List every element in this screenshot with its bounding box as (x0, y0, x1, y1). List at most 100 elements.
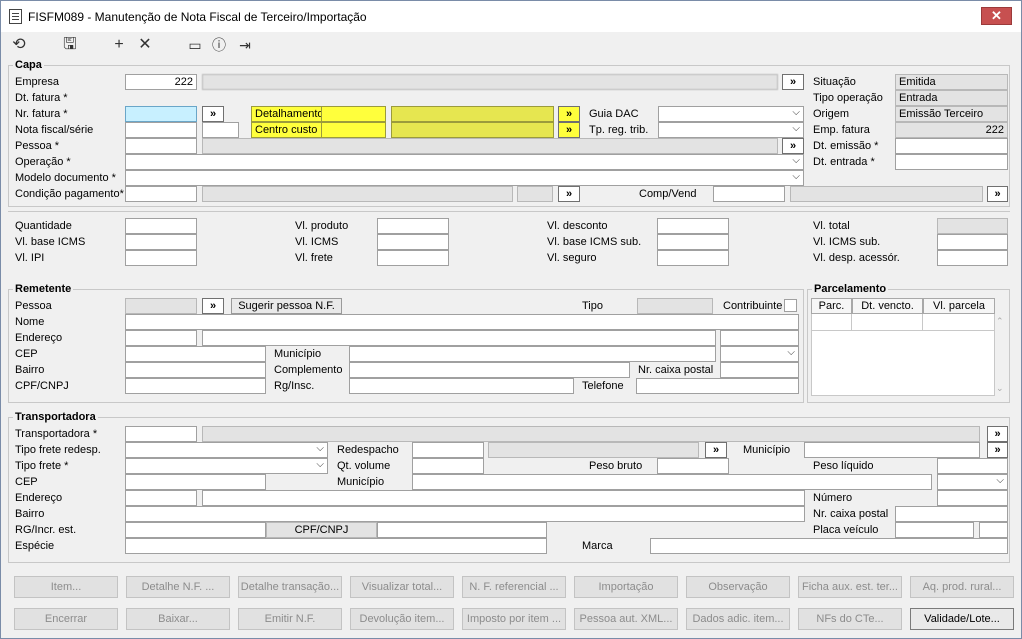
nr-fatura-field[interactable] (125, 106, 197, 122)
qt-volume-field[interactable] (412, 458, 484, 474)
transp-municipio-field[interactable] (412, 474, 932, 490)
transp-municipio2-field[interactable] (804, 442, 980, 458)
rem-telefone-field[interactable] (636, 378, 799, 394)
rem-cep-field[interactable] (125, 346, 266, 362)
operacao-select[interactable] (125, 154, 804, 170)
parcelamento-row[interactable] (811, 314, 995, 331)
tipo-frete-select[interactable] (125, 458, 328, 474)
rem-bairro-field[interactable] (125, 362, 266, 378)
ficha-aux-button[interactable]: Ficha aux. est. ter... (798, 576, 902, 598)
parcelamento-scrollbar[interactable]: ⌃ ⌄ (995, 314, 1006, 396)
visualizar-total-button[interactable]: Visualizar total... (350, 576, 454, 598)
detalhamento-lookup-button[interactable]: » (558, 106, 580, 122)
redespacho-lookup-button[interactable]: » (705, 442, 727, 458)
delete-icon[interactable]: ✕ (136, 36, 154, 54)
exit-icon[interactable]: ⇥ (236, 36, 254, 54)
encerrar-button[interactable]: Encerrar (14, 608, 118, 630)
rem-cpf-field[interactable] (125, 378, 266, 394)
transp-rg-field[interactable] (125, 522, 266, 538)
vl-total-field (937, 218, 1008, 234)
rem-endereco-field[interactable] (202, 330, 716, 346)
tipo-frete-redesp-select[interactable] (125, 442, 328, 458)
transp-nr-caixa-field[interactable] (895, 506, 1008, 522)
nf-referencial-button[interactable]: N. F. referencial ... (462, 576, 566, 598)
centro-custo-lookup-button[interactable]: » (558, 122, 580, 138)
baixar-button[interactable]: Baixar... (126, 608, 230, 630)
rem-endereco-code-field[interactable] (125, 330, 197, 346)
especie-field[interactable] (125, 538, 547, 554)
peso-liquido-field[interactable] (937, 458, 1008, 474)
rem-telefone-label: Telefone (582, 380, 624, 392)
transp-code-field[interactable] (125, 426, 197, 442)
parc-col-header[interactable]: Parc. (811, 298, 852, 314)
nota-fiscal-field[interactable] (125, 122, 197, 138)
transp-cep-field[interactable] (125, 474, 266, 490)
detalhe-transacao-button[interactable]: Detalhe transação... (238, 576, 342, 598)
placa-uf-field[interactable] (979, 522, 1008, 538)
pessoa-code-field[interactable] (125, 138, 197, 154)
sugerir-pessoa-button[interactable]: Sugerir pessoa N.F. (231, 298, 342, 314)
rem-pessoa-lookup-button[interactable]: » (202, 298, 224, 314)
placa-field[interactable] (895, 522, 974, 538)
item-button[interactable]: Item... (14, 576, 118, 598)
close-button[interactable]: ✕ (981, 7, 1012, 25)
comp-vend-code-field[interactable] (713, 186, 785, 202)
importacao-button[interactable]: Importação (574, 576, 678, 598)
municipio-lookup-button[interactable]: » (987, 442, 1008, 458)
calendar-icon[interactable]: ▭ (186, 36, 204, 54)
redespacho-code-field[interactable] (412, 442, 484, 458)
transp-lookup-button[interactable]: » (987, 426, 1008, 442)
redespacho-label: Redespacho (337, 444, 399, 456)
observacao-button[interactable]: Observação (686, 576, 790, 598)
emitir-nf-button[interactable]: Emitir N.F. (238, 608, 342, 630)
rem-numero-field[interactable] (720, 330, 799, 346)
rem-complemento-field[interactable] (349, 362, 630, 378)
refresh-icon[interactable]: ⟲ (10, 36, 28, 54)
condicao-lookup-button[interactable]: » (558, 186, 580, 202)
rem-municipio-field[interactable] (349, 346, 716, 362)
marca-field[interactable] (650, 538, 1008, 554)
tp-reg-select[interactable] (658, 122, 804, 138)
serie-field[interactable] (202, 122, 239, 138)
dt-fatura-field[interactable] (125, 90, 197, 106)
comp-vend-lookup-button[interactable]: » (987, 186, 1008, 202)
modelo-select[interactable] (125, 170, 804, 186)
aq-prod-rural-button[interactable]: Aq. prod. rural... (910, 576, 1014, 598)
empresa-field[interactable]: 222 (125, 74, 197, 90)
imposto-item-button[interactable]: Imposto por item ... (462, 608, 566, 630)
contribuinte-checkbox[interactable] (784, 299, 797, 312)
parcelamento-title: Parcelamento (812, 283, 889, 295)
transp-uf-select[interactable] (937, 474, 1008, 490)
devolucao-item-button[interactable]: Devolução item... (350, 608, 454, 630)
help-icon[interactable]: ⓘ (210, 36, 228, 54)
dados-adic-item-button[interactable]: Dados adic. item... (686, 608, 790, 630)
transp-endereco-field[interactable] (202, 490, 805, 506)
peso-bruto-field[interactable] (657, 458, 729, 474)
dt-emissao-field[interactable] (895, 138, 1008, 154)
pessoa-aut-xml-button[interactable]: Pessoa aut. XML... (574, 608, 678, 630)
rem-nome-field[interactable] (125, 314, 799, 330)
rem-uf-select[interactable] (720, 346, 799, 362)
transp-bairro-field[interactable] (125, 506, 805, 522)
rem-nr-caixa-field[interactable] (720, 362, 799, 378)
validade-lote-button[interactable]: Validade/Lote... (910, 608, 1014, 630)
rem-rg-field[interactable] (349, 378, 574, 394)
vl-parcela-col-header[interactable]: Vl. parcela (923, 298, 995, 314)
condicao-code-field[interactable] (125, 186, 197, 202)
detalhe-nf-button[interactable]: Detalhe N.F. ... (126, 576, 230, 598)
transp-endereco-code-field[interactable] (125, 490, 197, 506)
save-icon[interactable]: 🖫 (61, 36, 79, 54)
pessoa-lookup-button[interactable]: » (782, 138, 804, 154)
transp-numero-field[interactable] (937, 490, 1008, 506)
centro-custo-code-field[interactable] (321, 122, 386, 138)
transp-cpf-field[interactable] (377, 522, 547, 538)
nr-fatura-lookup-button[interactable]: » (202, 106, 224, 122)
detalhamento-code-field[interactable] (321, 106, 386, 122)
empresa-lookup-button[interactable]: » (782, 74, 804, 90)
guia-dac-select[interactable] (658, 106, 804, 122)
dt-entrada-field[interactable] (895, 154, 1008, 170)
nfs-cte-button[interactable]: NFs do CTe... (798, 608, 902, 630)
transp-cep-label: CEP (15, 476, 38, 488)
dt-vencto-col-header[interactable]: Dt. vencto. (852, 298, 923, 314)
add-icon[interactable]: + (110, 36, 128, 54)
